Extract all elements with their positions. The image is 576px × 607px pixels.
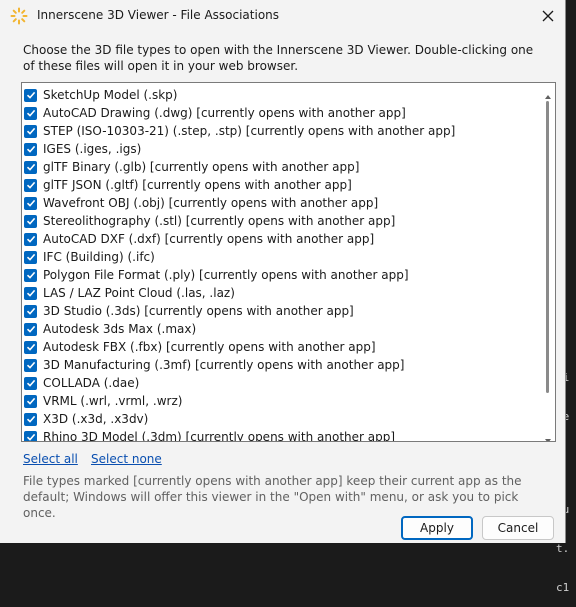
sun-app-icon	[10, 7, 28, 25]
file-type-label: AutoCAD DXF (.dxf) [currently opens with…	[43, 232, 375, 246]
title-bar[interactable]: Innerscene 3D Viewer - File Associations	[0, 0, 566, 32]
file-type-item[interactable]: AutoCAD Drawing (.dwg) [currently opens …	[24, 104, 406, 122]
checkmark-icon	[26, 361, 35, 369]
file-type-item[interactable]: 3D Manufacturing (.3mf) [currently opens…	[24, 356, 404, 374]
checkmark-icon	[26, 235, 35, 243]
checkmark-icon	[26, 163, 35, 171]
checkbox[interactable]	[24, 214, 37, 228]
cancel-button[interactable]: Cancel	[482, 516, 554, 540]
checkbox[interactable]	[24, 268, 37, 282]
checkmark-icon	[26, 181, 35, 189]
file-type-item[interactable]: Wavefront OBJ (.obj) [currently opens wi…	[24, 194, 378, 212]
scrollbar-thumb[interactable]	[546, 101, 549, 393]
select-none-link[interactable]: Select none	[91, 452, 162, 466]
file-type-label: 3D Manufacturing (.3mf) [currently opens…	[43, 358, 405, 372]
file-type-label: IFC (Building) (.ifc)	[43, 250, 155, 264]
footnote: File types marked [currently opens with …	[23, 474, 522, 520]
checkmark-icon	[26, 343, 35, 351]
file-type-label: Stereolithography (.stl) [currently open…	[43, 214, 396, 228]
file-type-item[interactable]: Autodesk 3ds Max (.max)	[24, 320, 196, 338]
close-button[interactable]	[532, 1, 564, 31]
select-all-link[interactable]: Select all	[23, 452, 78, 466]
file-type-label: glTF JSON (.gltf) [currently opens with …	[43, 178, 352, 192]
checkbox[interactable]	[24, 322, 37, 336]
dialog-description: Choose the 3D file types to open with th…	[23, 43, 534, 73]
file-type-item[interactable]: SketchUp Model (.skp)	[24, 86, 177, 104]
checkmark-icon	[26, 109, 35, 117]
file-type-label: AutoCAD Drawing (.dwg) [currently opens …	[43, 106, 406, 120]
checkmark-icon	[26, 271, 35, 279]
checkbox[interactable]	[24, 232, 37, 246]
file-type-label: glTF Binary (.glb) [currently opens with…	[43, 160, 360, 174]
file-type-item[interactable]: glTF JSON (.gltf) [currently opens with …	[24, 176, 352, 194]
file-type-item[interactable]: IGES (.iges, .igs)	[24, 140, 141, 158]
background-terminal-line: c1	[556, 581, 570, 594]
file-type-label: VRML (.wrl, .vrml, .wrz)	[43, 394, 183, 408]
checkbox[interactable]	[24, 286, 37, 300]
file-type-item[interactable]: 3D Studio (.3ds) [currently opens with a…	[24, 302, 354, 320]
file-type-item[interactable]: AutoCAD DXF (.dxf) [currently opens with…	[24, 230, 374, 248]
file-type-label: Polygon File Format (.ply) [currently op…	[43, 268, 409, 282]
checkbox[interactable]	[24, 106, 37, 120]
checkmark-icon	[26, 127, 35, 135]
checkbox[interactable]	[24, 142, 37, 156]
file-type-item[interactable]: Polygon File Format (.ply) [currently op…	[24, 266, 409, 284]
checkbox[interactable]	[24, 160, 37, 174]
file-type-label: STEP (ISO-10303-21) (.step, .stp) [curre…	[43, 124, 456, 138]
checkmark-icon	[26, 379, 35, 387]
checkbox[interactable]	[24, 340, 37, 354]
checkbox[interactable]	[24, 88, 37, 102]
file-type-item[interactable]: glTF Binary (.glb) [currently opens with…	[24, 158, 359, 176]
background-terminal-line: t.	[556, 542, 570, 555]
file-type-label: SketchUp Model (.skp)	[43, 88, 178, 102]
file-type-label: 3D Studio (.3ds) [currently opens with a…	[43, 304, 354, 318]
checkmark-icon	[26, 91, 35, 99]
checkmark-icon	[26, 397, 35, 405]
file-type-label: COLLADA (.dae)	[43, 376, 140, 390]
checkmark-icon	[26, 415, 35, 423]
file-type-label: Autodesk 3ds Max (.max)	[43, 322, 197, 336]
checkmark-icon	[26, 199, 35, 207]
file-type-label: IGES (.iges, .igs)	[43, 142, 142, 156]
file-type-item[interactable]: COLLADA (.dae)	[24, 374, 139, 392]
checkmark-icon	[26, 433, 35, 441]
checkmark-icon	[26, 145, 35, 153]
file-type-label: Autodesk FBX (.fbx) [currently opens wit…	[43, 340, 376, 354]
checkmark-icon	[26, 325, 35, 333]
checkmark-icon	[26, 307, 35, 315]
checkbox[interactable]	[24, 124, 37, 138]
checkbox[interactable]	[24, 394, 37, 408]
checkbox[interactable]	[24, 376, 37, 390]
file-type-label: X3D (.x3d, .x3dv)	[43, 412, 149, 426]
checkbox[interactable]	[24, 304, 37, 318]
checkbox[interactable]	[24, 250, 37, 264]
file-type-item[interactable]: STEP (ISO-10303-21) (.step, .stp) [curre…	[24, 122, 455, 140]
file-type-item[interactable]: Rhino 3D Model (.3dm) [currently opens w…	[24, 428, 396, 442]
file-type-item[interactable]: Stereolithography (.stl) [currently open…	[24, 212, 395, 230]
file-type-item[interactable]: LAS / LAZ Point Cloud (.las, .laz)	[24, 284, 235, 302]
file-associations-dialog: Innerscene 3D Viewer - File Associations…	[0, 0, 566, 543]
file-type-list[interactable]: SketchUp Model (.skp) AutoCAD Drawing (.d…	[21, 82, 556, 442]
list-scrollbar[interactable]	[542, 83, 554, 441]
file-type-label: LAS / LAZ Point Cloud (.las, .laz)	[43, 286, 235, 300]
scroll-up-arrow-icon[interactable]	[544, 86, 552, 99]
file-type-label: Wavefront OBJ (.obj) [currently opens wi…	[43, 196, 379, 210]
checkmark-icon	[26, 289, 35, 297]
file-type-item[interactable]: X3D (.x3d, .x3dv)	[24, 410, 148, 428]
checkbox[interactable]	[24, 358, 37, 372]
file-type-item[interactable]: Autodesk FBX (.fbx) [currently opens wit…	[24, 338, 376, 356]
window-title: Innerscene 3D Viewer - File Associations	[37, 8, 280, 22]
file-type-item[interactable]: IFC (Building) (.ifc)	[24, 248, 155, 266]
apply-button[interactable]: Apply	[401, 516, 473, 540]
checkbox[interactable]	[24, 178, 37, 192]
checkmark-icon	[26, 217, 35, 225]
checkbox[interactable]	[24, 412, 37, 426]
close-icon	[542, 7, 554, 26]
scroll-down-arrow-icon[interactable]	[544, 430, 552, 441]
checkbox[interactable]	[24, 196, 37, 210]
file-type-label: Rhino 3D Model (.3dm) [currently opens w…	[43, 430, 396, 442]
file-type-item[interactable]: VRML (.wrl, .vrml, .wrz)	[24, 392, 182, 410]
checkmark-icon	[26, 253, 35, 261]
checkbox[interactable]	[24, 430, 37, 441]
